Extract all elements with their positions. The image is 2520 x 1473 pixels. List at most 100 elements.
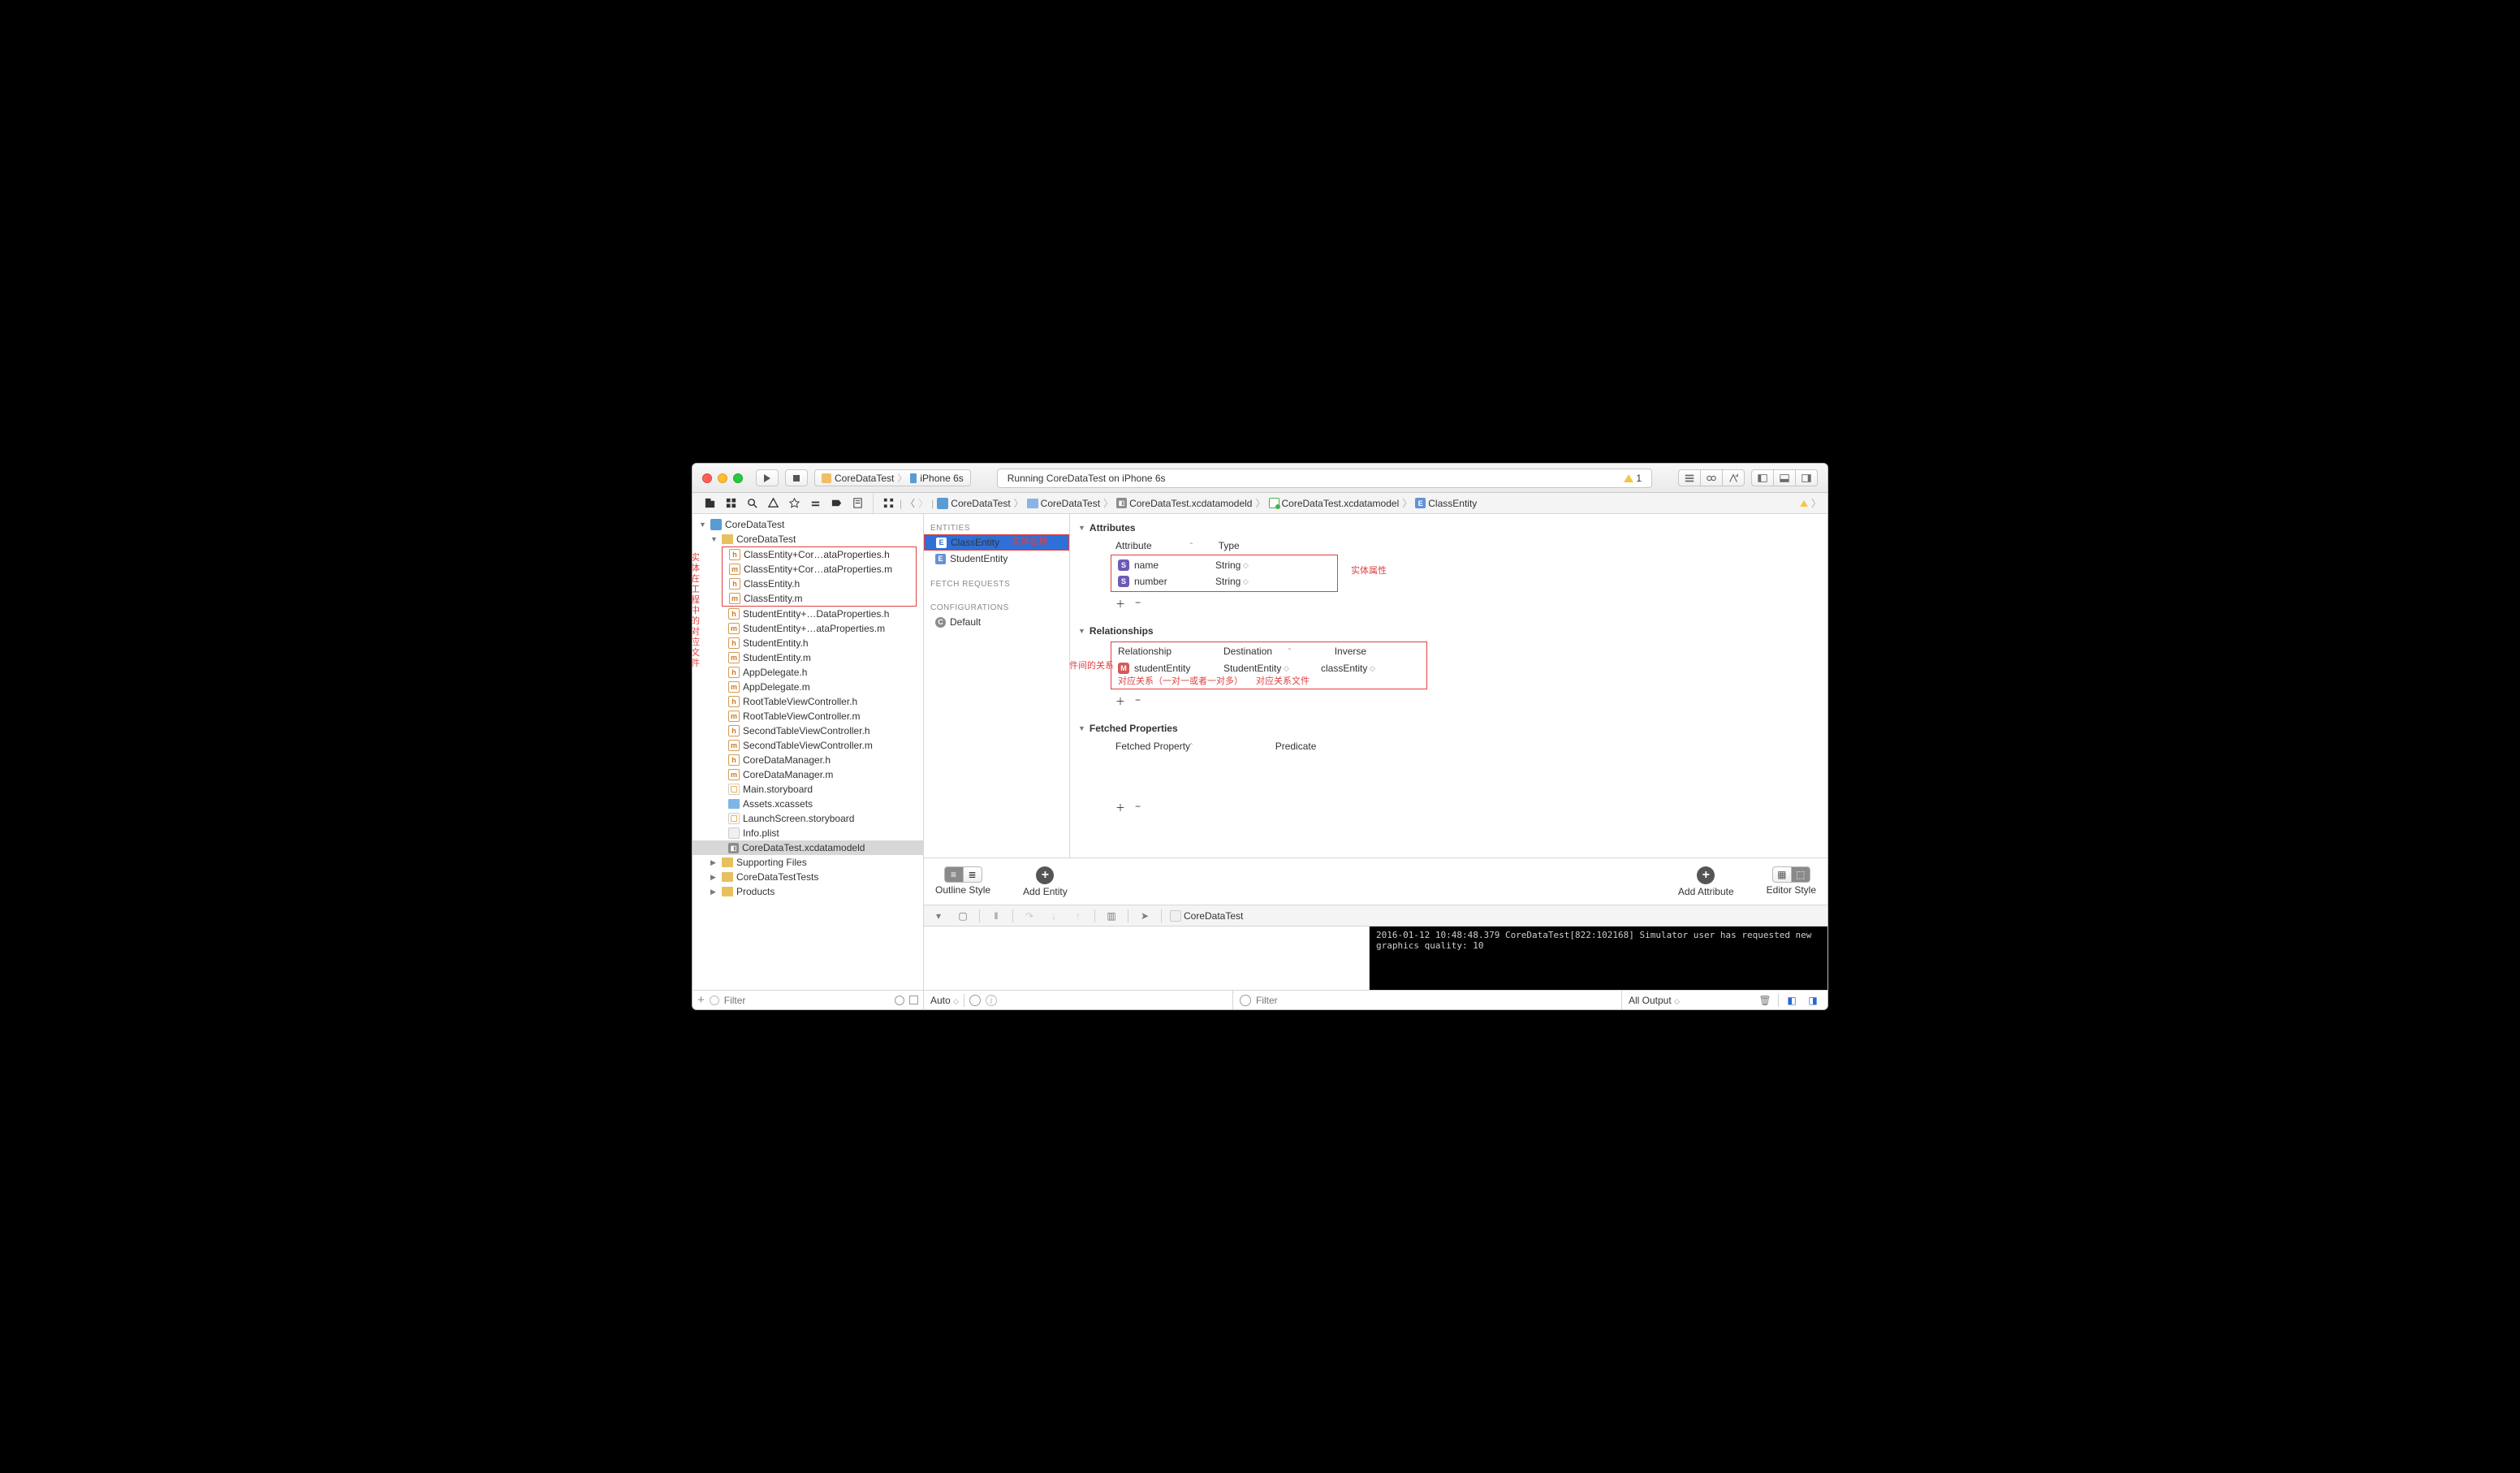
- tree-file[interactable]: Info.plist: [693, 826, 923, 840]
- jumpbar-modeld[interactable]: ◧CoreDataTest.xcdatamodeld: [1116, 498, 1252, 509]
- toggle-console-pane[interactable]: ◨: [1805, 993, 1821, 1008]
- tree-file[interactable]: mStudentEntity+…ataProperties.m: [693, 621, 923, 636]
- fetched-header[interactable]: Fetched Properties: [1078, 723, 1814, 734]
- step-over-button[interactable]: ↷: [1021, 909, 1038, 923]
- scm-filter-icon[interactable]: [895, 996, 904, 1005]
- assistant-editor-button[interactable]: [1700, 469, 1723, 486]
- pause-button[interactable]: ‖: [988, 909, 1004, 923]
- project-navigator-tab[interactable]: [699, 495, 720, 512]
- col-predicate[interactable]: Predicate: [1275, 741, 1381, 752]
- tree-file[interactable]: hStudentEntity+…DataProperties.h: [693, 607, 923, 621]
- outline-style-control[interactable]: ≡≣ Outline Style: [935, 866, 990, 897]
- tree-file[interactable]: hCoreDataManager.h: [693, 753, 923, 767]
- auto-popup[interactable]: Auto ◇: [930, 995, 959, 1006]
- jumpbar-project[interactable]: CoreDataTest: [937, 498, 1010, 509]
- step-out-button[interactable]: ↑: [1070, 909, 1086, 923]
- minimize-window[interactable]: [718, 473, 727, 483]
- remove-relationship-button[interactable]: −: [1135, 694, 1141, 708]
- back-button[interactable]: 〈: [905, 496, 915, 510]
- debug-navigator-tab[interactable]: [805, 495, 826, 512]
- col-relationship[interactable]: Relationship: [1118, 646, 1223, 657]
- zoom-window[interactable]: [733, 473, 743, 483]
- warnings-badge[interactable]: 1: [1624, 473, 1642, 484]
- col-destination[interactable]: Destination: [1223, 646, 1329, 657]
- variables-filter-input[interactable]: [1256, 995, 1615, 1006]
- symbol-navigator-tab[interactable]: [720, 495, 741, 512]
- entity-row-studententity[interactable]: E StudentEntity: [924, 551, 1069, 567]
- attributes-header[interactable]: Attributes: [1078, 522, 1814, 533]
- destination-popup[interactable]: StudentEntity: [1223, 663, 1321, 674]
- filter-icon[interactable]: [1240, 995, 1251, 1006]
- col-inverse[interactable]: Inverse: [1335, 646, 1416, 657]
- type-popup[interactable]: String: [1215, 576, 1249, 587]
- tree-group[interactable]: Products: [693, 884, 923, 899]
- toggle-navigator-button[interactable]: [1751, 469, 1774, 486]
- tree-group[interactable]: CoreDataTestTests: [693, 870, 923, 884]
- tree-file[interactable]: mRootTableViewController.m: [693, 709, 923, 724]
- debug-target[interactable]: CoreDataTest: [1170, 910, 1243, 922]
- view-debug-button[interactable]: ▥: [1103, 909, 1120, 923]
- breakpoints-button[interactable]: ▢: [955, 909, 971, 923]
- toggle-debug-button[interactable]: [1773, 469, 1796, 486]
- trash-button[interactable]: 🗑: [1757, 993, 1773, 1008]
- tree-file[interactable]: ◧CoreDataTest.xcdatamodeld: [693, 840, 923, 855]
- col-attribute[interactable]: Attribute: [1115, 540, 1213, 551]
- navigator-filter-input[interactable]: [724, 995, 890, 1006]
- nav-forward-icon[interactable]: 〉: [1811, 496, 1821, 510]
- report-navigator-tab[interactable]: [847, 495, 868, 512]
- step-into-button[interactable]: ↓: [1046, 909, 1062, 923]
- tree-file[interactable]: mClassEntity.m: [723, 591, 916, 606]
- toggle-vars-pane[interactable]: ◧: [1784, 993, 1800, 1008]
- toggle-utilities-button[interactable]: [1795, 469, 1818, 486]
- config-row-default[interactable]: C Default: [924, 614, 1069, 630]
- run-button[interactable]: [756, 469, 779, 486]
- warning-icon[interactable]: [1800, 500, 1808, 507]
- tree-file[interactable]: hAppDelegate.h: [693, 665, 923, 680]
- breakpoint-navigator-tab[interactable]: [826, 495, 847, 512]
- stop-button[interactable]: [785, 469, 808, 486]
- jumpbar-group[interactable]: CoreDataTest: [1027, 498, 1100, 509]
- forward-button[interactable]: 〉: [918, 496, 928, 510]
- tree-file[interactable]: hClassEntity.h: [723, 577, 916, 591]
- relationship-row[interactable]: M studentEntity StudentEntity classEntit…: [1113, 660, 1425, 676]
- tree-file[interactable]: mSecondTableViewController.m: [693, 738, 923, 753]
- tree-file[interactable]: LaunchScreen.storyboard: [693, 811, 923, 826]
- output-popup[interactable]: All Output ◇: [1629, 995, 1680, 1006]
- editor-style-control[interactable]: ▦⬚ Editor Style: [1767, 866, 1816, 897]
- tree-file[interactable]: mCoreDataManager.m: [693, 767, 923, 782]
- info-icon[interactable]: i: [986, 995, 997, 1006]
- remove-attribute-button[interactable]: −: [1135, 597, 1141, 611]
- issue-navigator-tab[interactable]: [762, 495, 783, 512]
- scheme-selector[interactable]: CoreDataTest 〉 iPhone 6s: [814, 469, 971, 486]
- tree-file[interactable]: mAppDelegate.m: [693, 680, 923, 694]
- close-window[interactable]: [702, 473, 712, 483]
- tree-file[interactable]: mClassEntity+Cor…ataProperties.m: [723, 562, 916, 577]
- recent-filter-icon[interactable]: [710, 996, 719, 1005]
- tree-file[interactable]: mStudentEntity.m: [693, 650, 923, 665]
- related-items-button[interactable]: [880, 495, 896, 512]
- version-editor-button[interactable]: [1722, 469, 1745, 486]
- jumpbar-entity[interactable]: EClassEntity: [1415, 498, 1477, 509]
- tree-group[interactable]: Supporting Files: [693, 855, 923, 870]
- col-type[interactable]: Type: [1219, 540, 1324, 551]
- relationships-header[interactable]: Relationships: [1078, 625, 1814, 637]
- attribute-row[interactable]: S number String: [1113, 573, 1336, 590]
- tree-file[interactable]: hRootTableViewController.h: [693, 694, 923, 709]
- add-attribute-button[interactable]: ＋: [1115, 597, 1125, 611]
- add-button[interactable]: +: [697, 993, 705, 1007]
- box-filter-icon[interactable]: [909, 996, 918, 1004]
- console-output[interactable]: 2016-01-12 10:48:48.379 CoreDataTest[822…: [1370, 927, 1827, 990]
- add-attribute-button[interactable]: + Add Attribute: [1678, 866, 1734, 897]
- tree-file[interactable]: Main.storyboard: [693, 782, 923, 797]
- add-fetched-button[interactable]: ＋: [1115, 801, 1125, 814]
- tree-file[interactable]: hSecondTableViewController.h: [693, 724, 923, 738]
- add-entity-button[interactable]: + Add Entity: [1023, 866, 1068, 897]
- attribute-row[interactable]: S name String: [1113, 557, 1336, 573]
- tree-file[interactable]: hStudentEntity.h: [693, 636, 923, 650]
- add-relationship-button[interactable]: ＋: [1115, 694, 1125, 708]
- standard-editor-button[interactable]: [1678, 469, 1701, 486]
- location-button[interactable]: ➤: [1137, 909, 1153, 923]
- tree-file[interactable]: hClassEntity+Cor…ataProperties.h: [723, 547, 916, 562]
- remove-fetched-button[interactable]: −: [1135, 801, 1141, 814]
- test-navigator-tab[interactable]: [783, 495, 805, 512]
